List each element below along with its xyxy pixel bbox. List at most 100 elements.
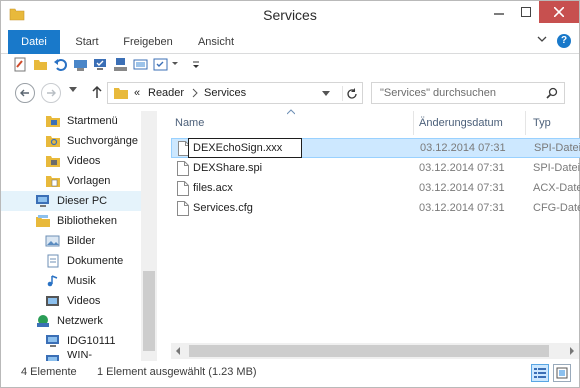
explorer-window: Services Datei Start Freigeben Ansicht ?	[0, 0, 580, 388]
filelist-horizontal-scrollbar[interactable]	[171, 343, 579, 359]
folder-video-icon	[45, 154, 61, 168]
customize-toolbar-icon[interactable]	[191, 57, 201, 72]
nav-item-label: Bibliotheken	[57, 215, 117, 227]
nav-item-netzwerk[interactable]: Netzwerk	[35, 311, 141, 331]
arrow-up-icon[interactable]	[91, 85, 103, 99]
column-divider[interactable]	[525, 111, 526, 135]
sort-ascending-icon	[287, 109, 295, 115]
file-row[interactable]: files.acx 03.12.2014 07:31 ACX-Datei	[171, 179, 580, 199]
documents-icon	[45, 254, 61, 268]
checkbox-view-icon[interactable]	[153, 57, 168, 72]
properties-icon[interactable]	[13, 57, 28, 72]
nav-item-vorlagen[interactable]: Vorlagen	[45, 171, 141, 191]
tab-freigeben[interactable]: Freigeben	[117, 30, 179, 54]
file-icon	[177, 201, 189, 216]
breadcrumb-overflow[interactable]: «	[134, 87, 140, 99]
nav-item-label: Dokumente	[67, 255, 124, 267]
file-row[interactable]: Services.cfg 03.12.2014 07:31 CFG-Datei	[171, 199, 580, 219]
help-icon[interactable]: ?	[557, 34, 571, 48]
nav-item-startmenu[interactable]: Startmenü	[45, 111, 141, 131]
tab-datei[interactable]: Datei	[8, 30, 60, 54]
folder-templates-icon	[45, 174, 61, 188]
recent-locations-icon[interactable]	[69, 87, 77, 93]
back-button[interactable]	[15, 83, 35, 103]
navpane-scroll-thumb[interactable]	[143, 271, 155, 351]
nav-item-bilder[interactable]: Bilder	[45, 231, 141, 251]
chevron-right-icon[interactable]	[192, 88, 198, 98]
file-type: SPI-Datei	[534, 142, 580, 154]
undo-icon[interactable]	[53, 57, 68, 72]
nav-item-videos[interactable]: Videos	[45, 151, 141, 171]
file-row[interactable]: DEXEchoSign.xxx 03.12.2014 07:31 SPI-Dat…	[171, 138, 580, 158]
nav-item-label: Bilder	[67, 235, 96, 247]
minimize-button[interactable]	[485, 1, 513, 23]
map-drive-icon[interactable]	[73, 57, 88, 72]
refresh-icon	[346, 87, 357, 99]
forward-button[interactable]	[41, 83, 61, 103]
chevron-down-icon[interactable]	[537, 36, 547, 44]
nav-item-label: Startmenü	[67, 115, 118, 127]
nav-item-dieser-pc[interactable]: Dieser PC	[1, 191, 141, 211]
large-icons-view-button[interactable]	[553, 364, 571, 382]
column-header-type[interactable]: Typ	[533, 111, 551, 135]
file-type: CFG-Datei	[533, 202, 580, 214]
scroll-left-icon[interactable]	[175, 347, 181, 355]
network-share-icon[interactable]	[113, 57, 128, 72]
breadcrumb-reader[interactable]: Reader	[148, 87, 184, 99]
file-date: 03.12.2014 07:31	[419, 162, 505, 174]
chevron-down-icon[interactable]	[322, 91, 330, 97]
file-date: 03.12.2014 07:31	[420, 142, 506, 154]
nav-item-idg10111[interactable]: IDG10111	[45, 331, 141, 351]
rename-input[interactable]: DEXEchoSign.xxx	[188, 138, 302, 158]
navigation-bar: « Reader Services "Services" durchsuchen	[1, 79, 579, 107]
search-icon[interactable]	[546, 87, 558, 99]
nav-item-win-gc1o170[interactable]: WIN-GC1O170	[45, 351, 141, 361]
file-name: Services.cfg	[193, 202, 253, 214]
details-view-button[interactable]	[531, 364, 549, 382]
column-header-name[interactable]: Name	[175, 111, 204, 135]
nav-item-label: Netzwerk	[57, 315, 103, 327]
scroll-right-icon[interactable]	[569, 347, 575, 355]
quick-access-toolbar	[1, 55, 579, 75]
tab-ansicht[interactable]: Ansicht	[189, 30, 243, 54]
nav-item-videos-library[interactable]: Videos	[45, 291, 141, 311]
tab-start[interactable]: Start	[67, 30, 107, 54]
column-divider[interactable]	[413, 111, 414, 135]
file-date: 03.12.2014 07:31	[419, 202, 505, 214]
address-bar[interactable]: « Reader Services	[107, 82, 363, 104]
refresh-button[interactable]	[342, 86, 360, 101]
column-header-date[interactable]: Änderungsdatum	[419, 111, 503, 135]
close-button[interactable]	[539, 1, 579, 23]
libraries-icon	[35, 214, 51, 228]
selection-info: 1 Element ausgewählt (1.23 MB)	[97, 366, 257, 378]
filelist-scroll-thumb[interactable]	[189, 345, 549, 357]
details-view-icon	[534, 368, 546, 378]
file-row[interactable]: DEXShare.spi 03.12.2014 07:31 SPI-Datei	[171, 159, 580, 179]
new-folder-icon[interactable]	[33, 57, 48, 72]
chevron-down-icon[interactable]	[171, 60, 179, 68]
pictures-icon	[45, 234, 61, 248]
nav-item-suchvorgaenge[interactable]: Suchvorgänge	[45, 131, 141, 151]
nav-item-musik[interactable]: Musik	[45, 271, 141, 291]
network-icon	[35, 314, 51, 328]
title-bar: Services	[1, 1, 579, 29]
breadcrumb-services[interactable]: Services	[204, 87, 246, 99]
nav-item-label: Musik	[67, 275, 96, 287]
nav-item-bibliotheken[interactable]: Bibliotheken	[35, 211, 141, 231]
file-list: Name Änderungsdatum Typ DEXEchoSign.xxx …	[163, 109, 580, 361]
arrow-left-icon	[20, 89, 29, 97]
remote-desktop-icon[interactable]	[133, 57, 148, 72]
nav-item-label: Vorlagen	[67, 175, 111, 187]
navigation-pane: Startmenü Suchvorgänge Videos Vorlagen D…	[1, 111, 157, 361]
minimize-icon	[494, 13, 504, 15]
nav-item-label: Videos	[67, 295, 101, 307]
file-date: 03.12.2014 07:31	[419, 182, 505, 194]
checked-computer-icon[interactable]	[93, 57, 108, 72]
maximize-button[interactable]	[513, 1, 539, 23]
search-placeholder: "Services" durchsuchen	[380, 87, 497, 99]
nav-item-label: WIN-GC1O170	[67, 351, 93, 361]
nav-item-dokumente[interactable]: Dokumente	[45, 251, 141, 271]
folder-search-icon	[45, 134, 61, 148]
search-input[interactable]: "Services" durchsuchen	[371, 82, 565, 104]
computer-icon	[45, 354, 61, 361]
